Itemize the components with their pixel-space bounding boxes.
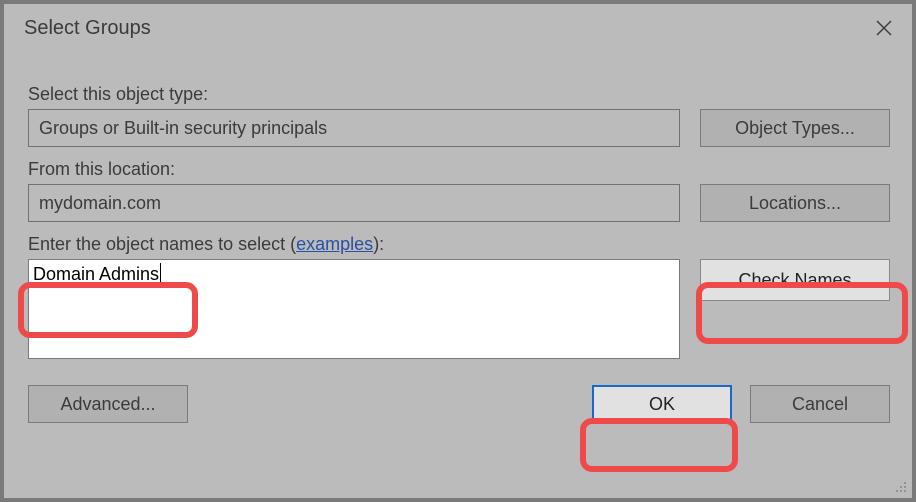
cancel-button[interactable]: Cancel [750, 385, 890, 423]
titlebar: Select Groups [4, 4, 912, 52]
advanced-button[interactable]: Advanced... [28, 385, 188, 423]
enter-names-label: Enter the object names to select (exampl… [28, 234, 890, 255]
close-button[interactable] [856, 4, 912, 52]
location-field: mydomain.com [28, 184, 680, 222]
resize-grip-icon [893, 479, 909, 495]
locations-button[interactable]: Locations... [700, 184, 890, 222]
dialog-title: Select Groups [24, 17, 151, 40]
object-names-input[interactable]: Domain Admins [28, 259, 680, 359]
object-type-label: Select this object type: [28, 84, 890, 105]
close-icon [875, 19, 893, 37]
location-label: From this location: [28, 159, 890, 180]
dialog-content: Select this object type: Groups or Built… [4, 52, 912, 433]
check-names-button[interactable]: Check Names [700, 259, 890, 301]
object-types-button[interactable]: Object Types... [700, 109, 890, 147]
select-groups-dialog: Select Groups Select this object type: G… [3, 3, 913, 499]
object-type-field: Groups or Built-in security principals [28, 109, 680, 147]
ok-button[interactable]: OK [592, 385, 732, 423]
examples-link[interactable]: examples [296, 234, 373, 254]
object-names-value: Domain Admins [33, 263, 161, 286]
